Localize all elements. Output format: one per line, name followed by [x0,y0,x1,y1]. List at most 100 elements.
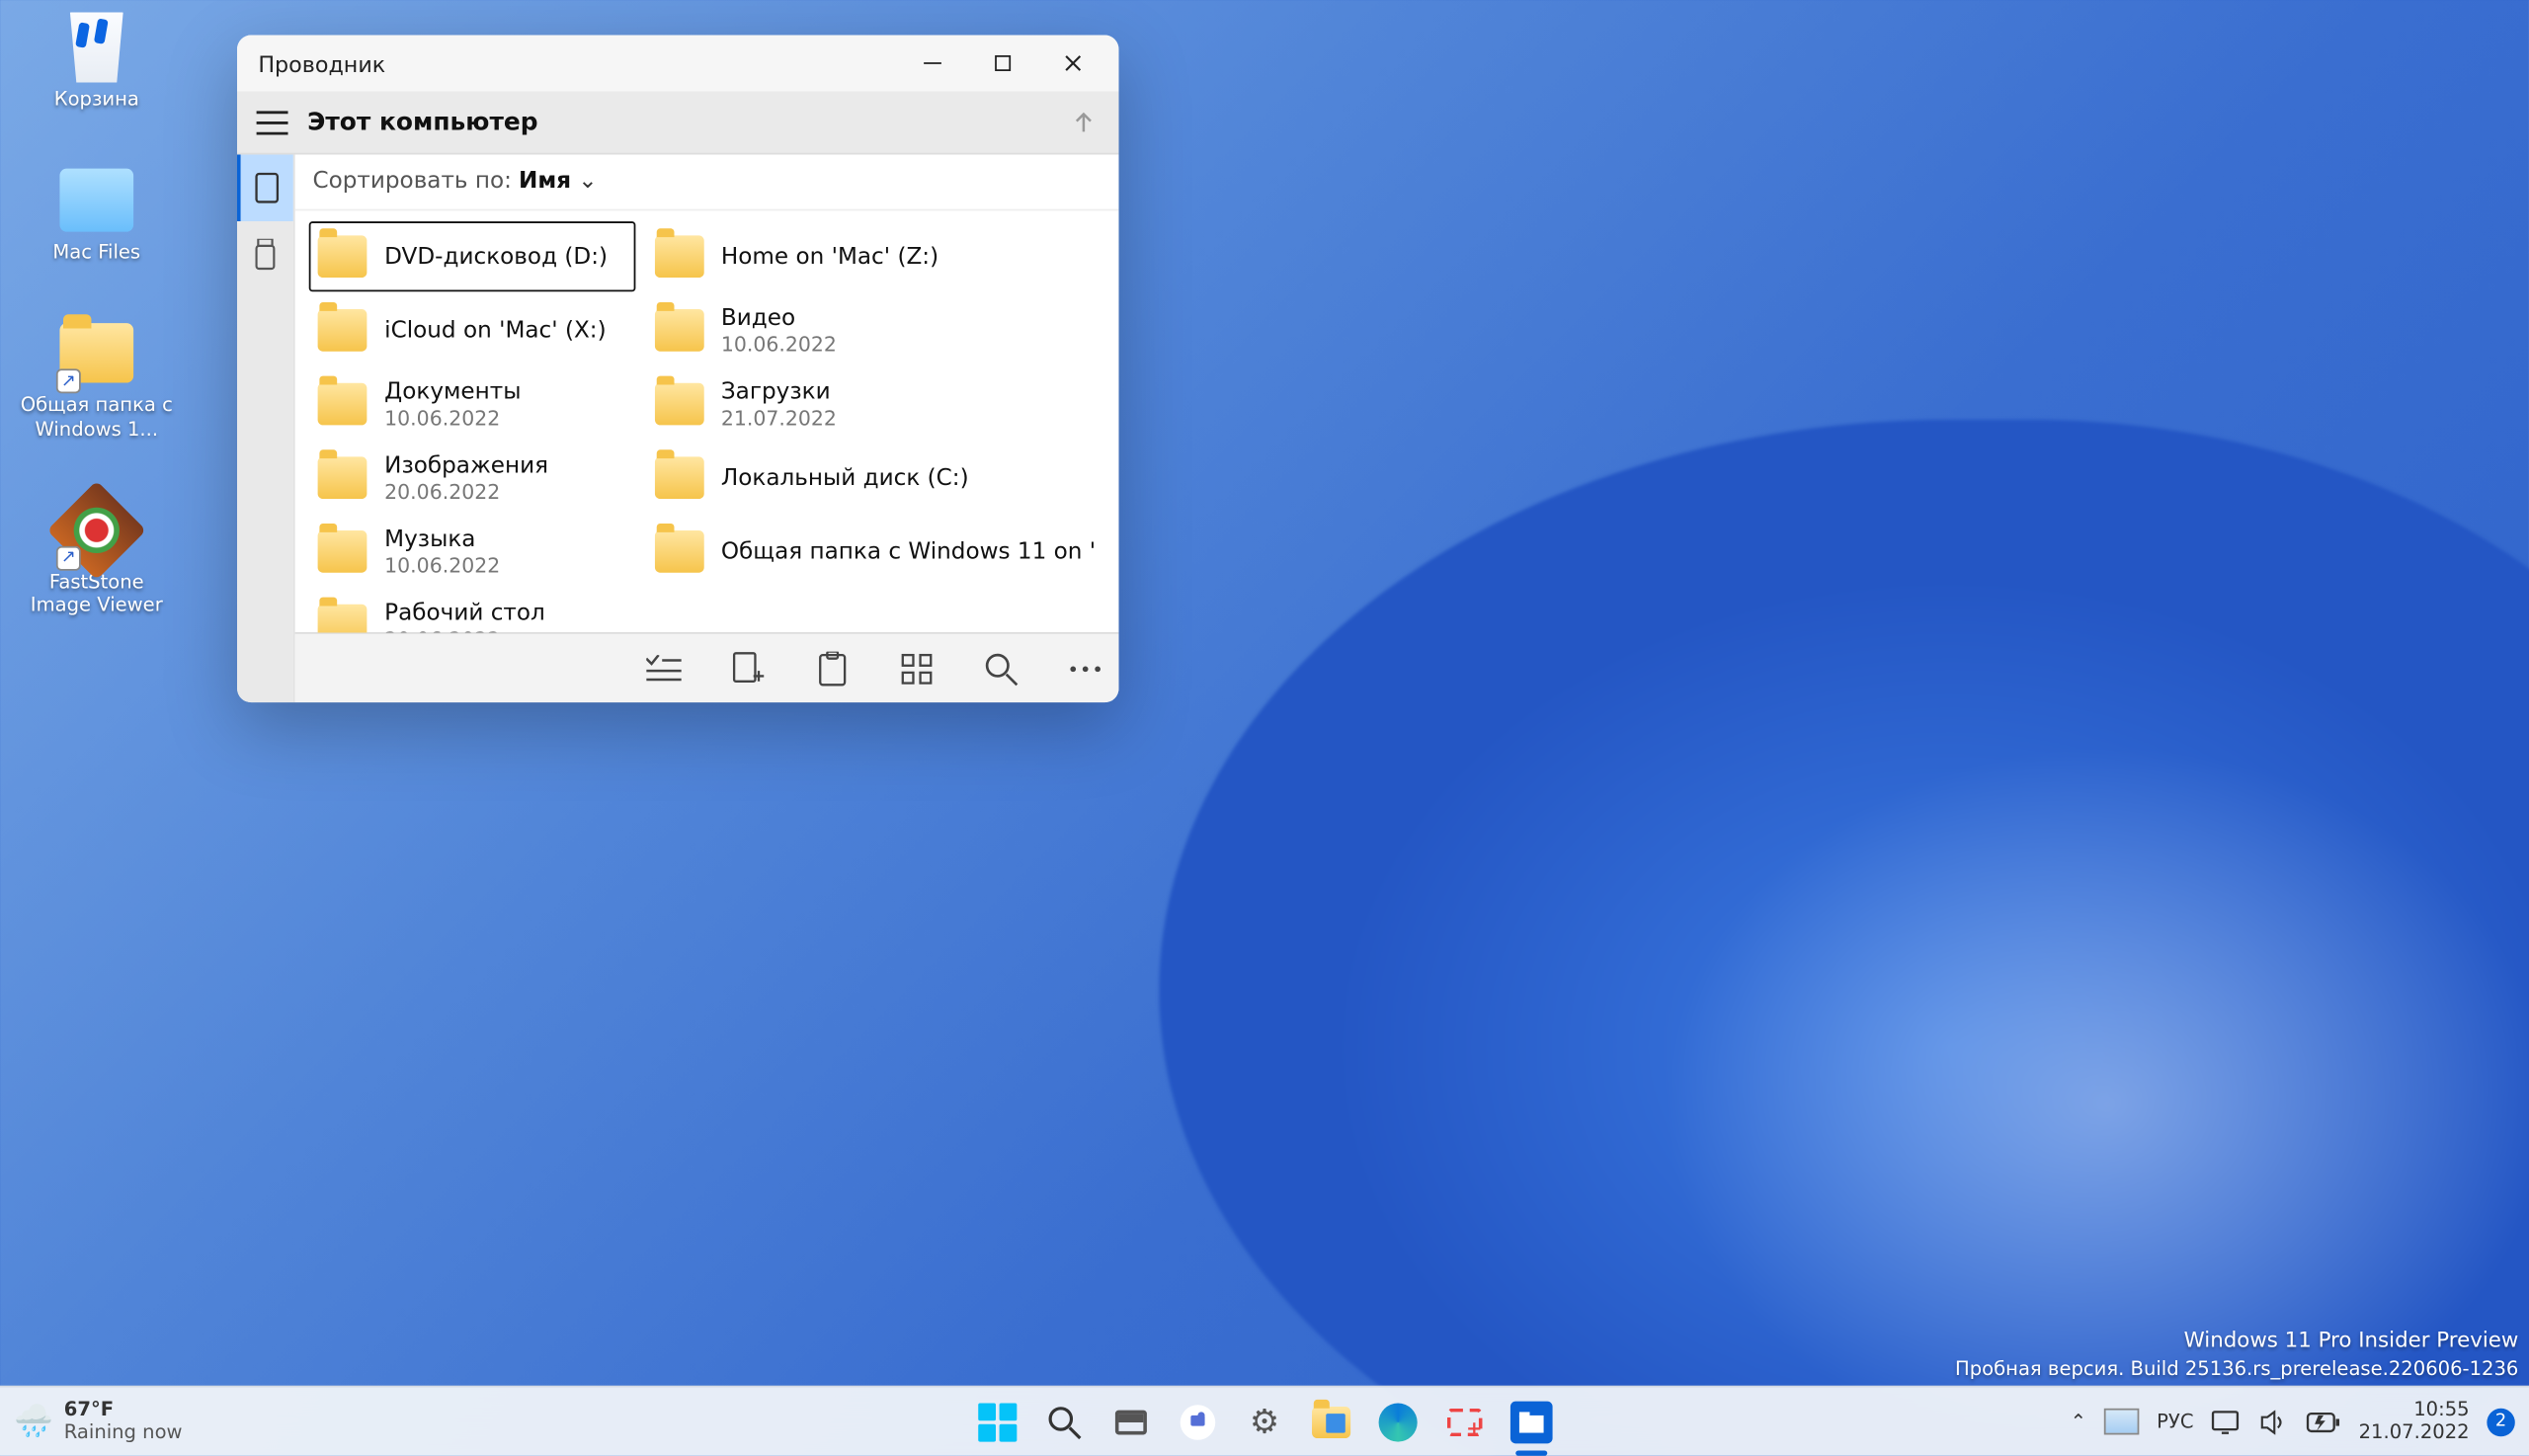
clock[interactable]: 10:55 21.07.2022 [2359,1401,2470,1443]
folder-item[interactable]: Home on 'Mac' (Z:) [646,221,1105,291]
window-title: Проводник [258,50,385,77]
desktop-icon-label: Корзина [54,88,139,111]
folder-item[interactable]: Документы10.06.2022 [309,368,635,439]
folder-icon [654,235,703,278]
desktop-icon-label: Mac Files [52,241,140,264]
arrow-up-icon [1070,108,1098,135]
watermark: Windows 11 Pro Insider Preview Пробная в… [1955,1326,2518,1382]
explorer-app-icon [1510,1401,1553,1443]
file-explorer-pinned[interactable] [1310,1401,1352,1443]
paste-button[interactable] [813,649,852,688]
folder-item[interactable]: Музыка10.06.2022 [309,517,635,587]
item-date: 10.06.2022 [384,405,521,430]
search-button[interactable] [982,649,1020,688]
list-check-icon [646,654,682,682]
snipping-tool-button[interactable] [1443,1401,1486,1443]
clock-time: 10:55 [2413,1401,2469,1422]
usb-drive-icon [255,239,276,271]
tray-thumbnail-icon[interactable] [2104,1409,2140,1435]
folder-icon [318,530,367,573]
folder-item[interactable]: Загрузки21.07.2022 [646,368,1105,439]
chat-button[interactable] [1177,1401,1219,1443]
more-button[interactable] [1066,649,1104,688]
language-indicator[interactable]: РУС [2157,1411,2193,1433]
item-date: 10.06.2022 [384,552,500,577]
item-name: Изображения [384,452,548,479]
item-name: Видео [721,304,837,331]
taskbar-center: ⚙ [976,1401,1552,1443]
weather-desc: Raining now [64,1421,183,1443]
folder-icon [654,383,703,426]
close-button[interactable] [1038,36,1108,92]
folder-icon [318,456,367,499]
folder-item[interactable]: iCloud on 'Mac' (X:) [309,295,635,365]
folder-item[interactable]: Рабочий стол20.06.2022 [309,590,635,632]
desktop-icon-shared-folder[interactable]: ↗ Общая папка с Windows 1... [18,317,176,441]
folder-item[interactable]: DVD-дисковод (D:) [309,221,635,291]
gear-icon: ⚙ [1250,1403,1279,1441]
rail-item-drives[interactable] [237,221,293,288]
rail-item-this-pc[interactable] [237,154,293,221]
tablet-icon [255,172,280,203]
explorer-running[interactable] [1510,1401,1553,1443]
desktop-icon-faststone[interactable]: ↗ FastStone Image Viewer [18,493,176,616]
folder-icon [654,456,703,499]
notification-badge[interactable]: 2 [2487,1408,2514,1435]
grid-view-icon [901,652,933,684]
minimize-button[interactable] [897,36,967,92]
desktop-icon-label: Общая папка с Windows 1... [18,394,176,441]
items-grid: DVD-дисковод (D:)Home on 'Mac' (Z:)iClou… [295,210,1119,632]
titlebar[interactable]: Проводник [237,36,1118,92]
more-icon [1068,663,1103,674]
folder-item[interactable]: Видео10.06.2022 [646,295,1105,365]
chat-icon [1181,1404,1216,1439]
explorer-window: Проводник Этот компьютер [237,36,1118,703]
new-item-button[interactable] [729,649,768,688]
header-bar: Этот компьютер [237,91,1118,154]
windows-icon [978,1403,1017,1441]
view-button[interactable] [897,649,936,688]
item-date: 20.06.2022 [384,478,548,503]
search-icon [1047,1404,1083,1439]
snipping-tool-icon [1447,1408,1483,1435]
sort-bar[interactable]: Сортировать по: Имя ⌄ [295,154,1119,210]
weather-widget[interactable]: 🌧️ 67°F Raining now [14,1401,182,1443]
task-view-button[interactable] [1110,1401,1153,1443]
clock-date: 21.07.2022 [2359,1421,2470,1443]
menu-button[interactable] [237,91,307,154]
clipboard-icon [817,651,849,687]
folder-icon [318,309,367,352]
folder-icon [318,605,367,632]
item-date: 21.07.2022 [721,405,837,430]
recycle-bin-icon [65,12,128,82]
battery-icon[interactable] [2306,1411,2341,1431]
hamburger-icon [257,110,288,134]
desktop-icon-mac-files[interactable]: Mac Files [18,164,176,265]
volume-icon[interactable] [2260,1410,2288,1434]
network-icon[interactable] [2211,1410,2243,1434]
start-button[interactable] [976,1401,1019,1443]
search-button[interactable] [1043,1401,1086,1443]
folder-icon [654,309,703,352]
folder-icon [1312,1406,1350,1437]
settings-button[interactable]: ⚙ [1244,1401,1286,1443]
select-all-button[interactable] [644,649,683,688]
folder-item[interactable]: Общая папка с Windows 11 on ' [646,517,1105,587]
tray-chevron[interactable]: ⌃ [2071,1411,2086,1433]
folder-item[interactable]: Изображения20.06.2022 [309,443,635,513]
edge-button[interactable] [1377,1401,1420,1443]
bottom-toolbar [295,632,1119,702]
item-name: Документы [384,378,521,405]
mac-folder-icon [59,169,133,232]
edge-icon [1379,1403,1418,1441]
item-date: 10.06.2022 [721,331,837,356]
folder-item[interactable]: Локальный диск (C:) [646,443,1105,513]
weather-icon: 🌧️ [14,1403,53,1439]
desktop-icon-recycle-bin[interactable]: Корзина [18,11,176,112]
system-tray: ⌃ РУС 10:55 21.07.2022 2 [2071,1401,2515,1443]
watermark-line2: Пробная версия. Build 25136.rs_prereleas… [1955,1355,2518,1382]
maximize-button[interactable] [968,36,1038,92]
up-button[interactable] [1048,91,1118,154]
item-name: Музыка [384,526,500,552]
chevron-down-icon: ⌄ [578,169,597,196]
